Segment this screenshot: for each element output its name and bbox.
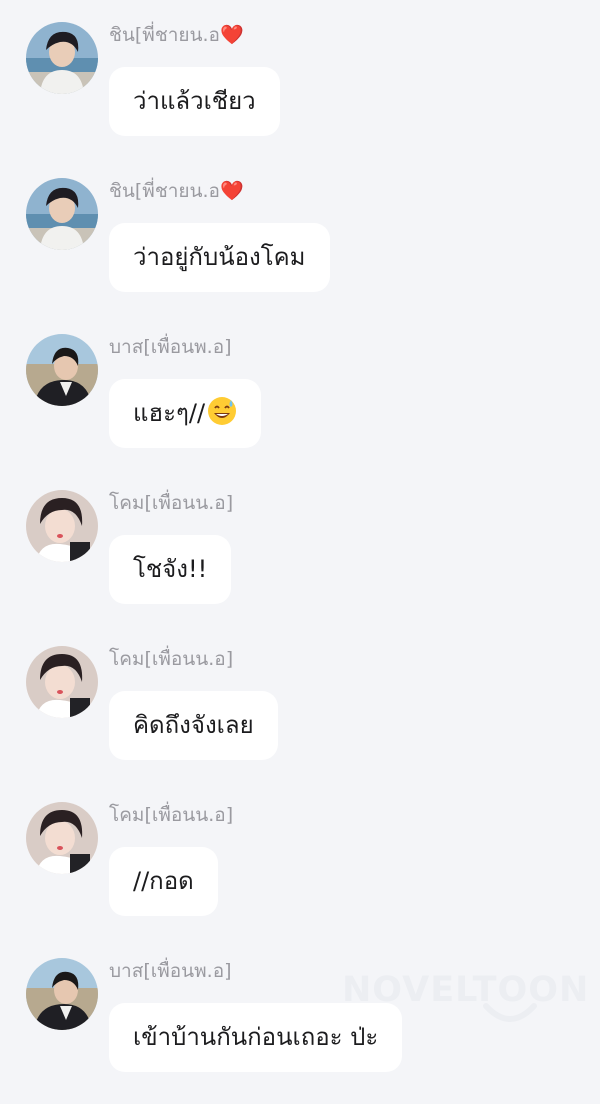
sender-name: ชิน[พี่ชายน.อ❤️: [109, 180, 244, 202]
message-text: คิดถึงจังเลย: [133, 711, 254, 739]
heart-emoji-icon: ❤️: [219, 180, 244, 202]
chat-message: โคม[เพื่อนน.อ] //กอด: [0, 802, 600, 942]
message-text: โชจัง!!: [133, 555, 208, 583]
sender-avatar[interactable]: [26, 802, 98, 874]
message-bubble[interactable]: //กอด: [109, 847, 218, 916]
sender-avatar[interactable]: [26, 334, 98, 406]
message-bubble[interactable]: โชจัง!!: [109, 535, 232, 604]
watermark-smile-icon: [483, 1003, 537, 1022]
message-bubble[interactable]: ว่าแล้วเชียว: [109, 67, 280, 136]
message-text: ว่าอยู่กับน้องโคม: [133, 243, 306, 271]
message-text: เข้าบ้านกันก่อนเถอะ ป่ะ: [133, 1023, 379, 1051]
chat-message: โคม[เพื่อนน.อ] คิดถึงจังเลย: [0, 646, 600, 786]
sender-avatar[interactable]: [26, 490, 98, 562]
message-text: แฮะๆ//: [133, 399, 206, 427]
message-text: ว่าแล้วเชียว: [133, 87, 256, 115]
sender-avatar[interactable]: [26, 646, 98, 718]
chat-message: บาส[เพื่อนพ.อ] แฮะๆ//: [0, 334, 600, 474]
sender-name: บาส[เพื่อนพ.อ]: [109, 960, 232, 982]
chat-message: ชิน[พี่ชายน.อ❤️ ว่าอยู่กับน้องโคม: [0, 178, 600, 318]
noveltoon-watermark: NOVELTOON: [342, 970, 590, 1010]
chat-message: โคม[เพื่อนน.อ] โชจัง!!: [0, 490, 600, 630]
sender-name: ชิน[พี่ชายน.อ❤️: [109, 24, 244, 46]
grinning-sweat-emoji-icon: [208, 397, 237, 425]
sender-avatar[interactable]: [26, 958, 98, 1030]
message-text: //กอด: [133, 867, 194, 895]
chat-message: ชิน[พี่ชายน.อ❤️ ว่าแล้วเชียว: [0, 22, 600, 162]
heart-emoji-icon: ❤️: [219, 24, 244, 46]
sender-avatar[interactable]: [26, 178, 98, 250]
message-bubble[interactable]: เข้าบ้านกันก่อนเถอะ ป่ะ: [109, 1003, 403, 1072]
sender-name: โคม[เพื่อนน.อ]: [109, 804, 234, 826]
message-bubble[interactable]: ว่าอยู่กับน้องโคม: [109, 223, 330, 292]
message-bubble[interactable]: แฮะๆ//: [109, 379, 262, 448]
message-bubble[interactable]: คิดถึงจังเลย: [109, 691, 278, 760]
sender-avatar[interactable]: [26, 22, 98, 94]
sender-name: บาส[เพื่อนพ.อ]: [109, 336, 232, 358]
sender-name: โคม[เพื่อนน.อ]: [109, 492, 234, 514]
chat-thread: ชิน[พี่ชายน.อ❤️ ว่าแล้วเชียว ชิน[พี่ชายน…: [0, 0, 600, 1104]
sender-name: โคม[เพื่อนน.อ]: [109, 648, 234, 670]
